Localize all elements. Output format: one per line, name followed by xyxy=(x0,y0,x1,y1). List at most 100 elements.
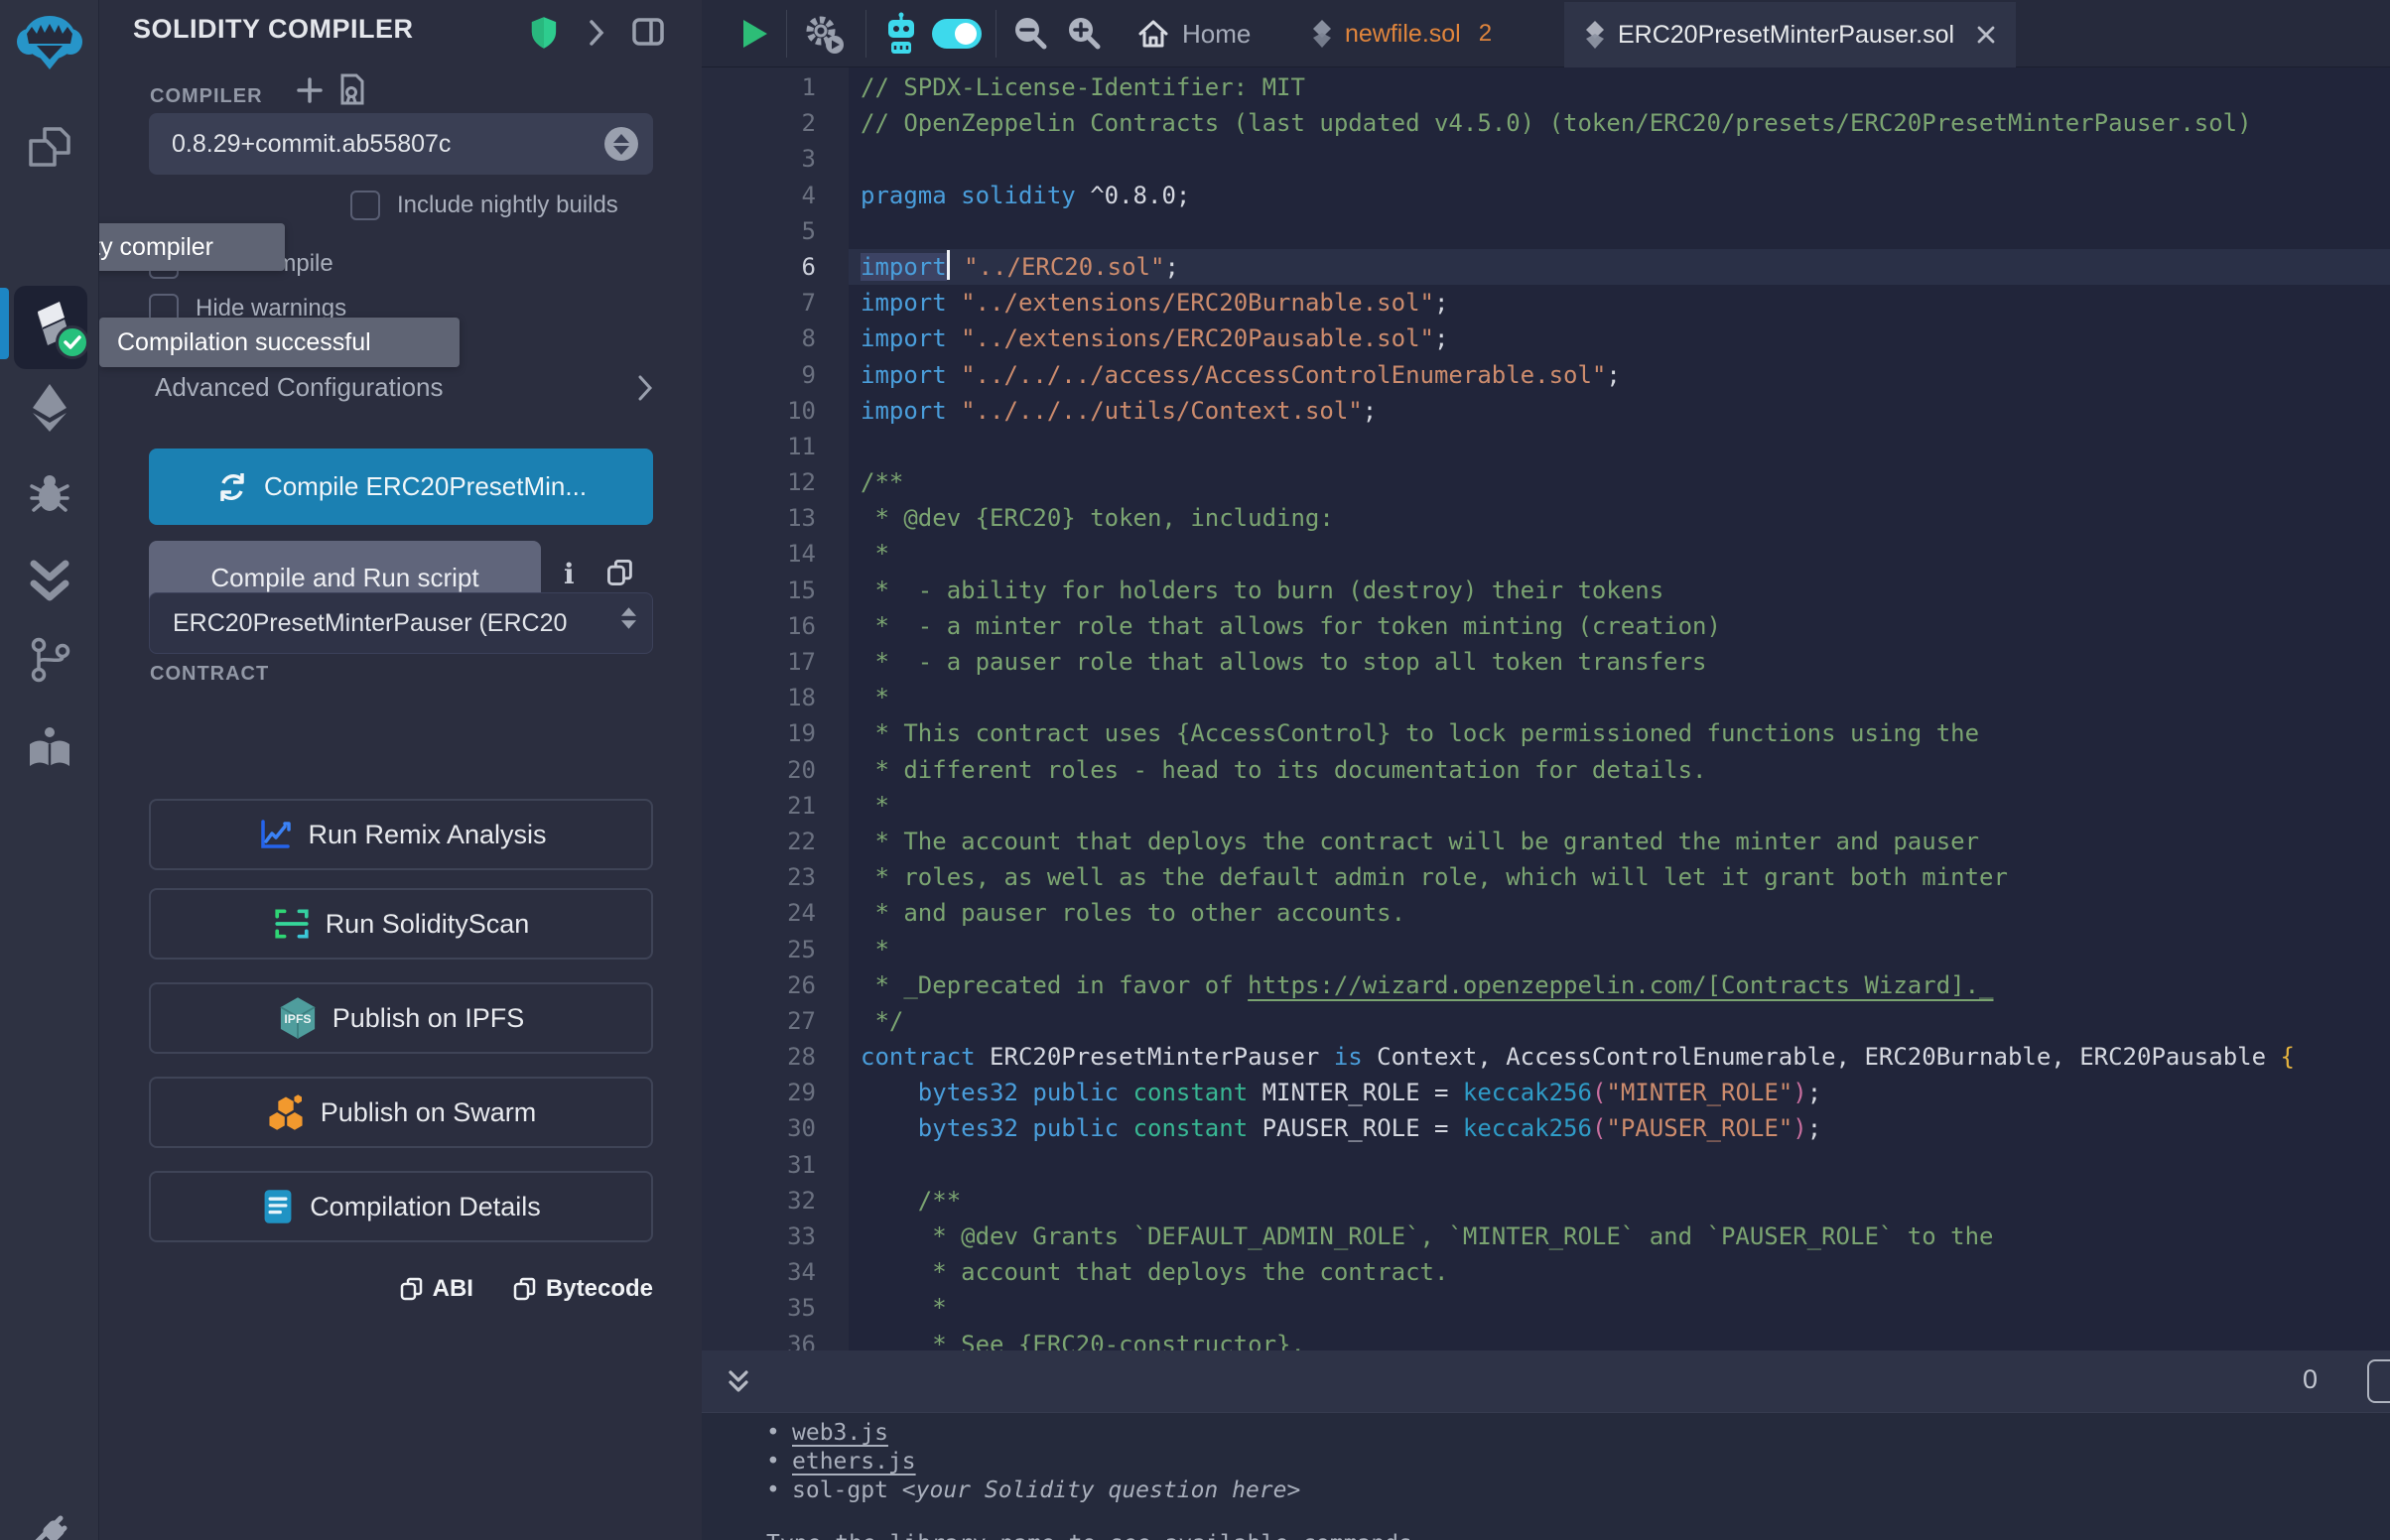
code-line[interactable]: 15 * - ability for holders to burn (dest… xyxy=(702,573,2390,608)
code-line[interactable]: 25 * xyxy=(702,932,2390,967)
line-content: bytes32 public constant MINTER_ROLE = ke… xyxy=(849,1075,2390,1110)
learneth-icon[interactable] xyxy=(0,724,99,774)
line-number: 34 xyxy=(702,1254,816,1290)
version-stepper-icon[interactable] xyxy=(604,127,638,161)
expand-terminal-icon[interactable] xyxy=(726,1368,751,1401)
line-number: 1 xyxy=(702,69,816,105)
publish-swarm-button[interactable]: Publish on Swarm xyxy=(149,1077,653,1148)
code-line[interactable]: 1// SPDX-License-Identifier: MIT xyxy=(702,69,2390,105)
code-line[interactable]: 3 xyxy=(702,141,2390,177)
line-content: */ xyxy=(849,1003,2390,1039)
code-line[interactable]: 33 * @dev Grants `DEFAULT_ADMIN_ROLE`, `… xyxy=(702,1219,2390,1254)
code-line[interactable]: 11 xyxy=(702,429,2390,464)
analysis-chart-icon xyxy=(255,816,293,853)
solidity-file-icon xyxy=(1584,20,1606,50)
add-version-icon[interactable] xyxy=(295,75,325,110)
static-analysis-icon[interactable] xyxy=(0,558,99,607)
code-line[interactable]: 2// OpenZeppelin Contracts (last updated… xyxy=(702,105,2390,141)
debugger-icon[interactable] xyxy=(0,470,99,518)
copy-abi-button[interactable]: ABI xyxy=(400,1275,473,1303)
code-line[interactable]: 20 * different roles - head to its docum… xyxy=(702,752,2390,788)
code-line[interactable]: 34 * account that deploys the contract. xyxy=(702,1254,2390,1290)
code-line[interactable]: 9import "../../../access/AccessControlEn… xyxy=(702,357,2390,393)
zoom-out-icon[interactable] xyxy=(1007,0,1053,67)
code-line[interactable]: 23 * roles, as well as the default admin… xyxy=(702,859,2390,895)
code-line[interactable]: 16 * - a minter role that allows for tok… xyxy=(702,608,2390,644)
line-content: * xyxy=(849,788,2390,824)
terminal-search-box[interactable] xyxy=(2367,1359,2390,1403)
bullet-icon: • xyxy=(766,1448,792,1476)
publish-ipfs-button[interactable]: IPFS Publish on IPFS xyxy=(149,982,653,1054)
advanced-configurations[interactable]: Advanced Configurations xyxy=(155,372,653,403)
license-badge-icon[interactable] xyxy=(338,73,366,112)
line-number: 27 xyxy=(702,1003,816,1039)
tab-newfile[interactable]: newfile.sol 2 xyxy=(1297,0,1506,67)
copy-bytecode-button[interactable]: Bytecode xyxy=(513,1275,653,1303)
tab-active-erc20presetminterpauser[interactable]: ERC20PresetMinterPauser.sol xyxy=(1564,2,2016,67)
compilation-details-button[interactable]: Compilation Details xyxy=(149,1171,653,1242)
line-content: * @dev Grants `DEFAULT_ADMIN_ROLE`, `MIN… xyxy=(849,1219,2390,1254)
ai-copilot-robot-icon[interactable] xyxy=(878,0,924,67)
zoom-in-icon[interactable] xyxy=(1061,0,1107,67)
line-number: 18 xyxy=(702,680,816,715)
code-line[interactable]: 35 * xyxy=(702,1290,2390,1326)
code-line[interactable]: 21 * xyxy=(702,788,2390,824)
script-config-gear-icon[interactable] xyxy=(799,0,849,67)
code-line[interactable]: 32 /** xyxy=(702,1183,2390,1219)
info-icon[interactable]: i xyxy=(564,558,575,590)
code-line[interactable]: 24 * and pauser roles to other accounts. xyxy=(702,895,2390,931)
line-number: 28 xyxy=(702,1039,816,1075)
code-line[interactable]: 31 xyxy=(702,1147,2390,1183)
code-line[interactable]: 36 * See {ERC20-constructor}. xyxy=(702,1327,2390,1350)
terminal-link[interactable]: web3.js xyxy=(792,1420,888,1446)
tab-home[interactable]: Home xyxy=(1123,0,1264,67)
details-document-icon xyxy=(261,1188,295,1225)
code-line[interactable]: 6import "../ERC20.sol"; xyxy=(702,249,2390,285)
code-line[interactable]: 19 * This contract uses {AccessControl} … xyxy=(702,715,2390,751)
code-line[interactable]: 26 * _Deprecated in favor of https://wiz… xyxy=(702,967,2390,1003)
code-line[interactable]: 14 * xyxy=(702,536,2390,572)
code-line[interactable]: 12/** xyxy=(702,464,2390,500)
run-remix-analysis-button[interactable]: Run Remix Analysis xyxy=(149,799,653,870)
terminal-bar[interactable]: 0 xyxy=(702,1350,2390,1413)
git-icon[interactable] xyxy=(0,635,99,685)
include-nightly-checkbox[interactable] xyxy=(350,191,380,220)
code-line[interactable]: 27 */ xyxy=(702,1003,2390,1039)
publish-chevron-icon[interactable] xyxy=(587,18,606,53)
code-line[interactable]: 7import "../extensions/ERC20Burnable.sol… xyxy=(702,285,2390,321)
code-line[interactable]: 30 bytes32 public constant PAUSER_ROLE =… xyxy=(702,1110,2390,1146)
contract-select[interactable]: ERC20PresetMinterPauser (ERC20 xyxy=(149,592,653,654)
code-line[interactable]: 29 bytes32 public constant MINTER_ROLE =… xyxy=(702,1075,2390,1110)
compile-button[interactable]: Compile ERC20PresetMin... xyxy=(149,449,653,525)
file-explorer-icon[interactable] xyxy=(0,123,99,171)
compiler-version-select[interactable]: 0.8.29+commit.ab55807c xyxy=(149,113,653,175)
code-editor[interactable]: 1// SPDX-License-Identifier: MIT2// Open… xyxy=(702,67,2390,1350)
run-script-play-icon[interactable] xyxy=(733,0,777,67)
code-line[interactable]: 18 * xyxy=(702,680,2390,715)
line-content: /** xyxy=(849,1183,2390,1219)
code-line[interactable]: 10import "../../../utils/Context.sol"; xyxy=(702,393,2390,429)
copilot-toggle[interactable] xyxy=(928,0,986,67)
shield-icon[interactable] xyxy=(529,16,559,55)
tab-home-label: Home xyxy=(1182,19,1251,50)
terminal-link[interactable]: ethers.js xyxy=(792,1449,916,1475)
deploy-run-icon[interactable] xyxy=(0,382,99,434)
terminal-line: •sol-gpt <your Solidity question here> xyxy=(702,1476,2390,1505)
bullet-icon: • xyxy=(766,1476,792,1505)
code-line[interactable]: 4pragma solidity ^0.8.0; xyxy=(702,178,2390,213)
pin-panel-icon[interactable] xyxy=(632,17,664,52)
plugin-plug-icon[interactable] xyxy=(0,1504,99,1540)
compile-and-run-label: Compile and Run script xyxy=(210,563,478,593)
line-number: 2 xyxy=(702,105,816,141)
run-solidityscan-button[interactable]: Run SolidityScan xyxy=(149,888,653,960)
code-line[interactable]: 8import "../extensions/ERC20Pausable.sol… xyxy=(702,321,2390,356)
code-line[interactable]: 22 * The account that deploys the contra… xyxy=(702,824,2390,859)
remix-logo[interactable] xyxy=(0,12,99,73)
copy-script-icon[interactable] xyxy=(606,558,634,592)
close-tab-icon[interactable] xyxy=(1976,25,1996,45)
code-line[interactable]: 5 xyxy=(702,213,2390,249)
code-line[interactable]: 28contract ERC20PresetMinterPauser is Co… xyxy=(702,1039,2390,1075)
terminal-output[interactable]: •web3.js•ethers.js•sol-gpt <your Solidit… xyxy=(702,1413,2390,1540)
code-line[interactable]: 17 * - a pauser role that allows to stop… xyxy=(702,644,2390,680)
code-line[interactable]: 13 * @dev {ERC20} token, including: xyxy=(702,500,2390,536)
